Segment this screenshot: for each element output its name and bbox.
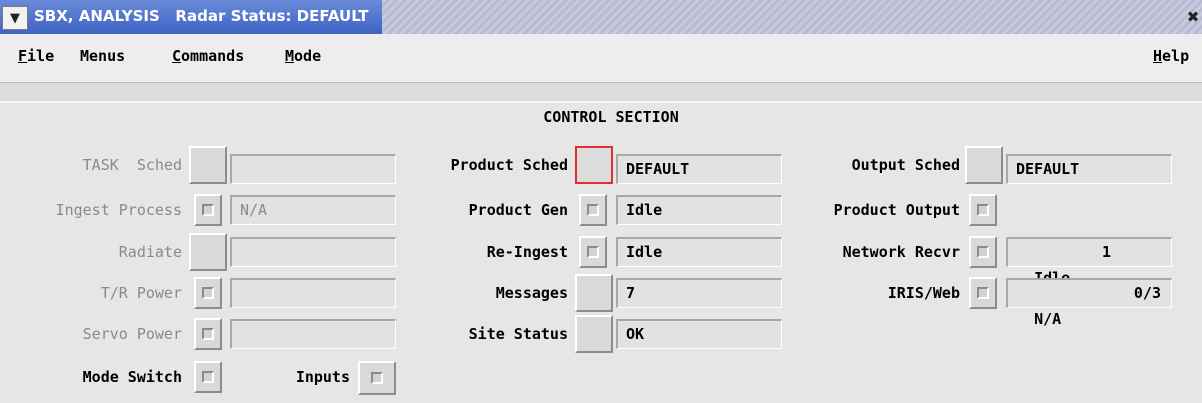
task-sched-label: TASK Sched (82, 156, 182, 174)
menu-menus[interactable]: Menus (80, 47, 125, 65)
menu-bar: File Menus Commands Mode Help (0, 34, 1202, 83)
status-led (202, 371, 214, 383)
window-title: SBX, ANALYSIS Radar Status: DEFAULT (34, 7, 369, 25)
status-led (202, 287, 214, 299)
product-gen-label: Product Gen (468, 201, 568, 219)
radiate-field (230, 237, 396, 267)
mode-switch-label: Mode Switch (82, 368, 182, 386)
inputs-button[interactable] (358, 361, 396, 395)
site-status-label: Site Status (468, 325, 568, 343)
ingest-process-label: Ingest Process (55, 201, 182, 219)
site-status-field: OK (616, 319, 782, 349)
product-sched-field: DEFAULT (616, 154, 782, 184)
product-gen-button[interactable] (579, 194, 607, 226)
iris-web-label: IRIS/Web (887, 284, 960, 302)
product-gen-field: Idle (616, 195, 782, 225)
network-recvr-field: Idle1 (1006, 237, 1172, 287)
menu-file[interactable]: File (18, 47, 54, 65)
re-ingest-button[interactable] (579, 236, 607, 268)
status-led (371, 372, 383, 384)
product-sched-button[interactable] (575, 146, 613, 184)
tr-power-label: T/R Power (100, 284, 182, 302)
product-output-label: Product Output (833, 201, 960, 219)
close-icon[interactable]: ✖ (1186, 6, 1200, 28)
chevron-down-icon: ▼ (10, 10, 20, 26)
iris-web-status: N/A (1034, 310, 1062, 328)
task-sched-field (230, 154, 396, 184)
status-led (202, 204, 214, 216)
servo-power-button[interactable] (194, 318, 222, 350)
ingest-process-button[interactable] (194, 194, 222, 226)
messages-label: Messages (495, 284, 568, 302)
tr-power-button[interactable] (194, 277, 222, 309)
menu-mode[interactable]: Mode (285, 47, 321, 65)
re-ingest-label: Re-Ingest (486, 243, 568, 261)
re-ingest-field: Idle (616, 237, 782, 267)
status-led (587, 246, 599, 258)
status-led (977, 287, 989, 299)
toolbar-strip (0, 83, 1202, 103)
servo-power-label: Servo Power (82, 325, 182, 343)
window-titlebar[interactable]: ▼ SBX, ANALYSIS Radar Status: DEFAULT ✖ (0, 0, 1202, 34)
tr-power-field (230, 278, 396, 308)
product-output-button[interactable] (969, 194, 997, 226)
status-led (587, 204, 599, 216)
iris-web-count: 0/3 (1133, 284, 1161, 302)
messages-field: 7 (616, 278, 782, 308)
inputs-label: Inputs (295, 368, 350, 386)
network-recvr-label: Network Recvr (842, 243, 960, 261)
network-recvr-button[interactable] (969, 236, 997, 268)
section-title: CONTROL SECTION (543, 108, 679, 126)
ingest-process-field: N/A (230, 195, 396, 225)
product-sched-label: Product Sched (450, 156, 568, 174)
network-recvr-count: 1 (1102, 243, 1112, 261)
messages-button[interactable] (575, 274, 613, 312)
window-menu-button[interactable]: ▼ (2, 6, 28, 30)
status-led (977, 246, 989, 258)
output-sched-label: Output Sched (851, 156, 960, 174)
status-led (202, 328, 214, 340)
servo-power-field (230, 319, 396, 349)
menu-commands[interactable]: Commands (172, 47, 244, 65)
menu-help[interactable]: Help (1153, 47, 1189, 65)
iris-web-button[interactable] (969, 277, 997, 309)
output-sched-button[interactable] (965, 146, 1003, 184)
iris-web-field: N/A 0/3 (1006, 278, 1172, 328)
radiate-label: Radiate (118, 243, 182, 261)
output-sched-field: DEFAULT (1006, 154, 1172, 184)
radiate-button[interactable] (189, 233, 227, 271)
mode-switch-button[interactable] (194, 361, 222, 393)
site-status-button[interactable] (575, 315, 613, 353)
task-sched-button[interactable] (189, 146, 227, 184)
status-led (977, 204, 989, 216)
